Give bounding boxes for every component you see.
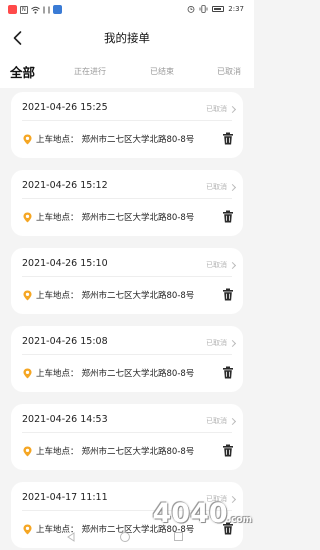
tab-all[interactable]: 全部 [10, 62, 35, 81]
order-status[interactable]: 已取消 [206, 338, 237, 348]
alarm-icon [187, 6, 195, 13]
status-left: N [8, 5, 62, 14]
card-divider [22, 276, 232, 277]
pickup-address: 郑州市二七区大学北路80-8号 [81, 213, 195, 223]
pickup-row: 上车地点： 郑州市二七区大学北路80-8号 [22, 133, 194, 145]
order-status[interactable]: 已取消 [206, 104, 237, 114]
order-time: 2021-04-26 14:53 [22, 414, 108, 425]
trash-icon[interactable] [222, 366, 234, 379]
pickup-label: 上车地点： [36, 213, 79, 223]
pickup-label: 上车地点： [36, 369, 79, 379]
chevron-right-icon [228, 339, 237, 347]
location-pin-icon [23, 212, 32, 222]
header: 我的接单 [0, 20, 254, 56]
status-right: 2:37 [187, 5, 244, 13]
order-card[interactable]: 2021-04-26 15:10 已取消上车地点： 郑州市二七区大学北路80-8号 [11, 248, 243, 314]
order-status-label: 已取消 [206, 339, 227, 347]
order-time: 2021-04-26 15:08 [22, 336, 108, 347]
status-time: 2:37 [228, 5, 244, 13]
speed-icon [43, 6, 50, 13]
order-card[interactable]: 2021-04-26 15:25 已取消上车地点： 郑州市二七区大学北路80-8号 [11, 92, 243, 158]
pickup-label: 上车地点： [36, 291, 79, 301]
vibrate-icon [199, 5, 208, 13]
card-divider [22, 198, 232, 199]
nav-recent-icon[interactable] [174, 532, 183, 541]
order-status[interactable]: 已取消 [206, 260, 237, 270]
watermark-suffix: .com [227, 515, 252, 525]
location-pin-icon [23, 134, 32, 144]
pickup-address: 郑州市二七区大学北路80-8号 [81, 135, 195, 145]
app-icon-blue [52, 5, 62, 14]
location-pin-icon [23, 368, 32, 378]
pickup-label: 上车地点： [36, 447, 79, 457]
pickup-row: 上车地点： 郑州市二七区大学北路80-8号 [22, 445, 194, 457]
order-time: 2021-04-26 15:10 [22, 258, 108, 269]
chevron-right-icon [228, 183, 237, 191]
pickup-address: 郑州市二七区大学北路80-8号 [81, 291, 195, 301]
tab-in-progress[interactable]: 正在进行 [74, 66, 106, 77]
card-divider [22, 120, 232, 121]
site-watermark: 4040.com [153, 498, 252, 529]
wifi-icon [30, 6, 40, 14]
nav-back-icon[interactable] [66, 532, 76, 542]
nav-home-icon[interactable] [120, 532, 130, 542]
watermark-text: 4040 [152, 498, 228, 529]
order-time: 2021-04-26 15:25 [22, 102, 108, 113]
nfc-icon: N [20, 5, 28, 14]
page-title: 我的接单 [104, 31, 150, 45]
card-divider [22, 354, 232, 355]
location-pin-icon [23, 290, 32, 300]
system-nav-bar [0, 526, 254, 550]
pickup-row: 上车地点： 郑州市二七区大学北路80-8号 [22, 211, 194, 223]
chevron-right-icon [228, 105, 237, 113]
order-card[interactable]: 2021-04-26 15:12 已取消上车地点： 郑州市二七区大学北路80-8号 [11, 170, 243, 236]
order-time: 2021-04-26 15:12 [22, 180, 108, 191]
trash-icon[interactable] [222, 132, 234, 145]
trash-icon[interactable] [222, 210, 234, 223]
order-status[interactable]: 已取消 [206, 182, 237, 192]
order-status-label: 已取消 [206, 417, 227, 425]
trash-icon[interactable] [222, 288, 234, 301]
order-status-label: 已取消 [206, 183, 227, 191]
location-pin-icon [23, 446, 32, 456]
app-icon-red [8, 5, 17, 14]
chevron-right-icon [228, 261, 237, 269]
order-status-label: 已取消 [206, 105, 227, 113]
pickup-label: 上车地点： [36, 135, 79, 145]
status-bar: N 2:37 [0, 0, 254, 20]
order-tabs: 全部 正在进行 已结束 已取消 [0, 56, 254, 88]
order-card[interactable]: 2021-04-26 14:53 已取消上车地点： 郑州市二七区大学北路80-8号 [11, 404, 243, 470]
pickup-address: 郑州市二七区大学北路80-8号 [81, 369, 195, 379]
chevron-right-icon [228, 417, 237, 425]
battery-icon [212, 6, 225, 12]
order-card[interactable]: 2021-04-26 15:08 已取消上车地点： 郑州市二七区大学北路80-8号 [11, 326, 243, 392]
trash-icon[interactable] [222, 444, 234, 457]
tab-cancelled[interactable]: 已取消 [217, 66, 241, 77]
card-divider [22, 432, 232, 433]
pickup-row: 上车地点： 郑州市二七区大学北路80-8号 [22, 367, 194, 379]
order-status-label: 已取消 [206, 261, 227, 269]
order-status[interactable]: 已取消 [206, 416, 237, 426]
pickup-address: 郑州市二七区大学北路80-8号 [81, 447, 195, 457]
order-time: 2021-04-17 11:11 [22, 492, 108, 503]
pickup-row: 上车地点： 郑州市二七区大学北路80-8号 [22, 289, 194, 301]
tab-ended[interactable]: 已结束 [150, 66, 174, 77]
